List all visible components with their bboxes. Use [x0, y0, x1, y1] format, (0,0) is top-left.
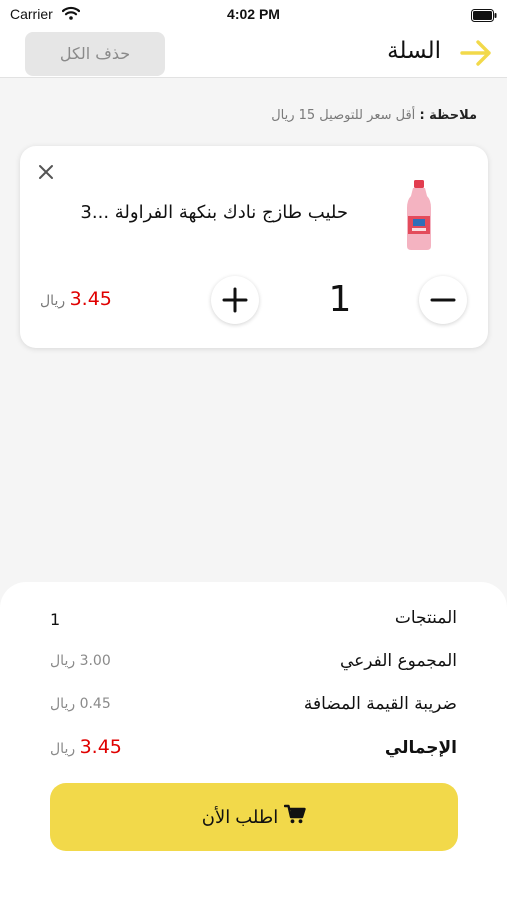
- item-price-amount: 3.45: [69, 288, 112, 310]
- vat-currency: ريال: [50, 696, 76, 712]
- order-now-button[interactable]: اطلب الأن: [50, 783, 458, 851]
- product-name: حليب طازج نادك بنكهة الفراولة ...3: [80, 202, 348, 223]
- minus-icon: [430, 298, 456, 302]
- vat-value: 0.45 ريال: [50, 696, 111, 712]
- subtotal-currency: ريال: [50, 653, 76, 669]
- total-value: 3.45 ريال: [50, 736, 122, 758]
- item-price-currency: ريال: [40, 293, 66, 309]
- order-now-content: اطلب الأن: [50, 783, 458, 851]
- battery-icon: [471, 7, 497, 26]
- status-bar: Carrier 4:02 PM: [0, 0, 507, 30]
- total-label: الإجمالي: [384, 738, 457, 758]
- products-count-label: المنتجات: [394, 608, 457, 628]
- decrease-quantity-button[interactable]: [419, 276, 467, 324]
- product-image: [404, 180, 434, 252]
- delivery-note: ملاحظة : أقل سعر للتوصيل 15 ريال: [271, 108, 477, 123]
- note-text: أقل سعر للتوصيل 15 ريال: [271, 108, 416, 123]
- cart-item-card: حليب طازج نادك بنكهة الفراولة ...3 1 3.4…: [20, 146, 488, 348]
- note-label: ملاحظة :: [419, 108, 477, 123]
- item-price: 3.45 ريال: [40, 288, 112, 310]
- subtotal-label: المجموع الفرعي: [339, 651, 457, 671]
- close-icon[interactable]: [36, 162, 56, 182]
- vat-amount: 0.45: [79, 696, 111, 712]
- delete-all-button[interactable]: حذف الكل: [25, 32, 165, 76]
- header: السلة حذف الكل: [0, 30, 507, 78]
- increase-quantity-button[interactable]: [211, 276, 259, 324]
- subtotal-amount: 3.00: [79, 653, 111, 669]
- order-summary: المنتجات 1 المجموع الفرعي 3.00 ريال ضريب…: [0, 582, 507, 900]
- clock: 4:02 PM: [227, 6, 280, 22]
- subtotal-value: 3.00 ريال: [50, 653, 111, 669]
- vat-label: ضريبة القيمة المضافة: [303, 694, 457, 714]
- page-title: السلة: [387, 38, 441, 64]
- plus-icon: [222, 287, 248, 313]
- products-count-value: 1: [50, 610, 61, 629]
- total-amount: 3.45: [79, 736, 122, 758]
- order-now-label: اطلب الأن: [201, 807, 279, 827]
- quantity-value: 1: [328, 279, 352, 320]
- cart-icon: [284, 784, 306, 852]
- back-arrow-icon[interactable]: [459, 38, 493, 68]
- total-currency: ريال: [50, 741, 76, 757]
